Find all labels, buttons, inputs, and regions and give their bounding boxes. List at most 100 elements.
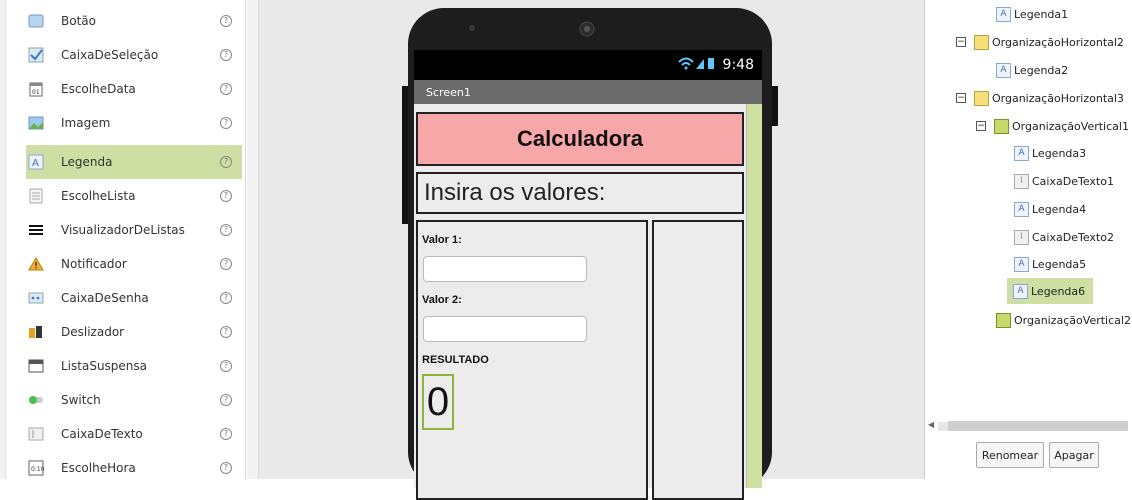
- image-icon: [28, 115, 44, 131]
- screen-title: Screen1: [426, 85, 471, 99]
- label-icon: A: [996, 6, 1011, 22]
- listpicker-icon: [28, 188, 44, 204]
- tree-node-legenda5[interactable]: A Legenda5: [1014, 254, 1086, 274]
- svg-text:01: 01: [32, 89, 40, 96]
- palette-item-label: Switch: [61, 393, 101, 407]
- caixadetexto1-input[interactable]: [423, 256, 587, 282]
- tree-node-label: OrganizaçãoVertical1: [1012, 119, 1129, 133]
- phone-volume-button: [402, 86, 408, 130]
- phone-mockup: 9:48 Screen1 Calculadora Insira os valor…: [402, 8, 778, 500]
- help-icon[interactable]: ?: [220, 258, 232, 270]
- switch-icon: [28, 392, 44, 408]
- help-icon[interactable]: ?: [220, 326, 232, 338]
- palette-item-switch[interactable]: Switch ?: [26, 383, 242, 417]
- clock-icon: 0:10: [28, 460, 44, 476]
- label-icon: A: [1014, 201, 1029, 217]
- legenda2-prompt[interactable]: Insira os valores:: [416, 172, 744, 214]
- components-tree-panel: A Legenda1 − OrganizaçãoHorizontal2 A Le…: [926, 0, 1132, 479]
- tree-node-organizacaohorizontal2[interactable]: − OrganizaçãoHorizontal2: [956, 32, 1124, 52]
- tree-node-caixadetexto2[interactable]: I CaixaDeTexto2: [1014, 227, 1114, 247]
- tree-node-label: Legenda4: [1032, 202, 1087, 216]
- tree-node-label: CaixaDeTexto1: [1032, 174, 1114, 188]
- tree-node-legenda2[interactable]: A Legenda2: [996, 60, 1068, 80]
- help-icon[interactable]: ?: [220, 360, 232, 372]
- organizacao-vertical2[interactable]: [652, 220, 744, 500]
- tree-node-legenda6[interactable]: A Legenda6: [1007, 278, 1093, 304]
- help-icon[interactable]: ?: [220, 156, 232, 168]
- legenda4-valor2[interactable]: Valor 2:: [422, 294, 462, 306]
- palette-item-listasuspensa[interactable]: ListaSuspensa ?: [26, 349, 242, 383]
- help-icon[interactable]: ?: [220, 190, 232, 202]
- label-icon: A: [1013, 283, 1028, 299]
- textbox-icon: I: [1014, 173, 1029, 189]
- rename-button[interactable]: Renomear: [976, 442, 1044, 468]
- collapse-toggle-icon[interactable]: −: [976, 121, 986, 131]
- tree-node-legenda3[interactable]: A Legenda3: [1014, 143, 1086, 163]
- help-icon[interactable]: ?: [220, 462, 232, 474]
- tree-node-legenda1[interactable]: A Legenda1: [996, 4, 1068, 24]
- palette-item-caixadetexto[interactable]: CaixaDeTexto ?: [26, 417, 242, 451]
- palette-item-deslizador[interactable]: Deslizador ?: [26, 315, 242, 349]
- help-icon[interactable]: ?: [220, 117, 232, 129]
- help-icon[interactable]: ?: [220, 224, 232, 236]
- horizontal-arrangement-icon: [974, 34, 989, 50]
- scroll-thumb[interactable]: [948, 421, 1128, 431]
- tree-node-label: Legenda5: [1032, 257, 1087, 271]
- help-icon[interactable]: ?: [220, 292, 232, 304]
- caixadetexto2-input[interactable]: [423, 316, 587, 342]
- calendar-icon: 01: [28, 81, 44, 97]
- tree-horizontal-scrollbar[interactable]: ◀: [926, 419, 1132, 433]
- palette-item-label: Botão: [61, 14, 96, 28]
- tree-node-organizacaohorizontal3[interactable]: − OrganizaçãoHorizontal3: [956, 88, 1124, 108]
- palette-item-escolhedata[interactable]: 01 EscolheData ?: [26, 72, 242, 106]
- vertical-arrangement-icon: [996, 312, 1011, 328]
- help-icon[interactable]: ?: [220, 83, 232, 95]
- label-icon: A: [996, 62, 1011, 78]
- palette-item-escolhehora[interactable]: 0:10 EscolheHora ?: [26, 451, 242, 485]
- legenda3-valor1[interactable]: Valor 1:: [422, 234, 462, 246]
- delete-button[interactable]: Apagar: [1049, 442, 1099, 468]
- legenda5-resultado[interactable]: RESULTADO: [422, 354, 489, 366]
- wifi-signal-battery-icon: [677, 56, 717, 74]
- camera-icon: [579, 21, 595, 37]
- help-icon[interactable]: ?: [220, 15, 232, 27]
- palette-item-notificador[interactable]: Notificador ?: [26, 247, 242, 281]
- palette-item-legenda[interactable]: A Legenda ?: [26, 145, 242, 179]
- legenda6-result[interactable]: 0: [422, 374, 454, 430]
- tree-node-label: OrganizaçãoVertical2: [1014, 313, 1131, 327]
- tree-node-label: Legenda3: [1032, 146, 1087, 160]
- scroll-left-icon[interactable]: ◀: [928, 420, 934, 429]
- tree-node-organizacaovertical1[interactable]: − OrganizaçãoVertical1: [976, 116, 1129, 136]
- help-icon[interactable]: ?: [220, 428, 232, 440]
- tree-node-legenda4[interactable]: A Legenda4: [1014, 199, 1086, 219]
- palette-item-caixadeselecao[interactable]: CaixaDeSeleção ?: [26, 38, 242, 72]
- collapse-toggle-icon[interactable]: −: [956, 37, 966, 47]
- slider-icon: [28, 324, 44, 340]
- help-icon[interactable]: ?: [220, 49, 232, 61]
- palette-item-caixadesenha[interactable]: CaixaDeSenha ?: [26, 281, 242, 315]
- palette-item-botao[interactable]: Botão ?: [26, 4, 242, 38]
- palette-item-label: Notificador: [61, 257, 127, 271]
- tree-node-label: OrganizaçãoHorizontal3: [992, 91, 1124, 105]
- palette-edge: [0, 0, 6, 479]
- legenda1-app-title[interactable]: Calculadora: [416, 112, 744, 166]
- phone-screen: Calculadora Insira os valores: Valor 1: …: [414, 104, 762, 500]
- palette-item-imagem[interactable]: Imagem ?: [26, 106, 242, 140]
- palette-item-visualizadordelistas[interactable]: VisualizadorDeListas ?: [26, 213, 242, 247]
- listview-icon: [28, 222, 44, 238]
- palette-item-label: ListaSuspensa: [61, 359, 148, 373]
- palette-item-escolhelista[interactable]: EscolheLista ?: [26, 179, 242, 213]
- organizacao-vertical1[interactable]: Valor 1: Valor 2: RESULTADO 0: [416, 220, 648, 500]
- palette-item-label: CaixaDeSenha: [61, 291, 149, 305]
- tree-node-label: Legenda2: [1014, 63, 1069, 77]
- label-icon: A: [28, 154, 44, 170]
- textbox-icon: [28, 426, 44, 442]
- collapse-toggle-icon[interactable]: −: [956, 93, 966, 103]
- help-icon[interactable]: ?: [220, 394, 232, 406]
- password-icon: [28, 290, 44, 306]
- tree-node-caixadetexto1[interactable]: I CaixaDeTexto1: [1014, 171, 1114, 191]
- svg-text:A: A: [32, 158, 39, 169]
- status-bar: 9:48: [414, 50, 762, 80]
- tree-node-organizacaovertical2[interactable]: OrganizaçãoVertical2: [996, 310, 1131, 330]
- tree-node-label: Legenda6: [1031, 284, 1086, 298]
